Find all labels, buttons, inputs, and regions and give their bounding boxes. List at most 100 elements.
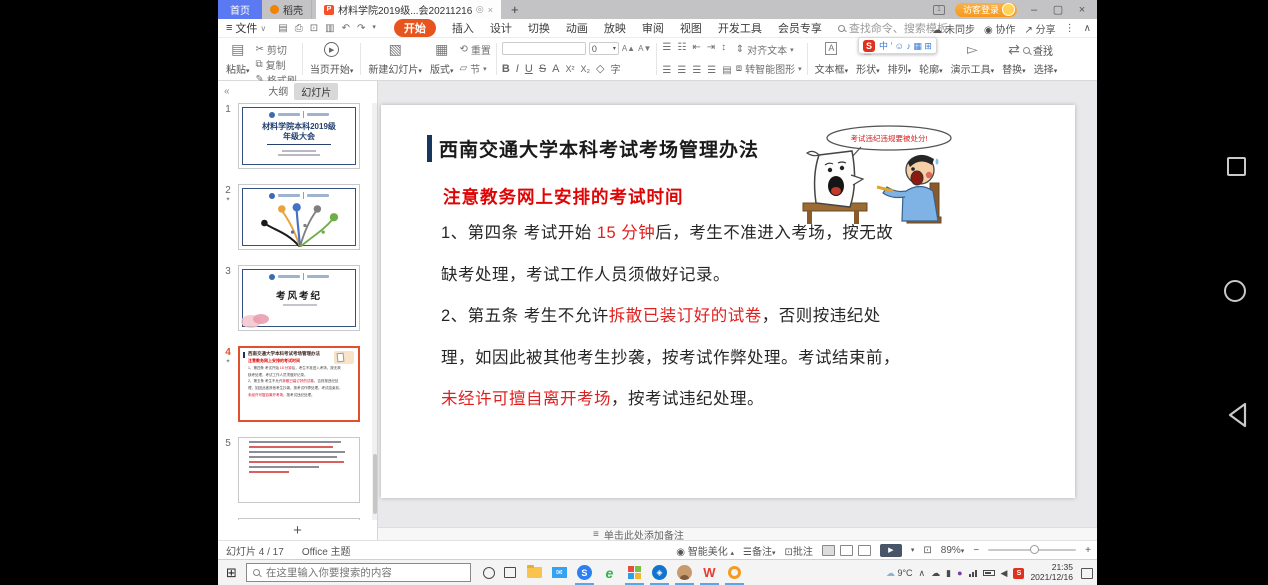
slide-thumbnail-5[interactable]: 5 (218, 437, 371, 503)
ribbon-tab-animation[interactable]: 动画 (566, 20, 588, 36)
theme-name[interactable]: Office 主题 (302, 543, 351, 558)
android-recents-button[interactable] (1227, 157, 1246, 176)
slide-thumbnail-3[interactable]: 3 考风考纪 (218, 265, 371, 331)
add-slide-button[interactable]: + (218, 520, 377, 540)
tab-slides[interactable]: 幻灯片 (294, 83, 338, 100)
phone-link-icon[interactable]: ▮ (946, 568, 951, 579)
sync-status[interactable]: ☁ 未同步 (932, 21, 975, 36)
more-icon[interactable]: ⋮ (1065, 23, 1075, 34)
decrease-font-icon[interactable]: A▼ (638, 44, 651, 53)
volume-icon[interactable]: ◀ (1001, 568, 1008, 579)
taskbar-search[interactable] (246, 563, 471, 582)
superscript-button[interactable]: X² (566, 64, 575, 74)
cortana-button[interactable] (483, 567, 495, 579)
align-right-icon[interactable]: ☰ (692, 65, 701, 76)
collab-button[interactable]: ◉ 协作 (984, 21, 1016, 36)
notes-bar[interactable]: ≡ 单击此处添加备注 (378, 527, 1097, 540)
android-home-button[interactable] (1224, 280, 1246, 302)
undo-icon[interactable]: ↶ (342, 23, 350, 34)
ribbon-tab-devtools[interactable]: 开发工具 (718, 20, 762, 36)
browser-compass-icon[interactable]: ◈ (647, 560, 672, 585)
tab-docer[interactable]: 稻壳 (262, 0, 312, 19)
font-size-combobox[interactable]: 0▾ (589, 42, 619, 55)
tab-home[interactable]: 首页 (218, 0, 262, 19)
increase-indent-icon[interactable]: ⇥ (707, 42, 715, 53)
tab-document[interactable]: P 材料学院2019级...会20211216 ◎ × (316, 0, 501, 19)
highlight-button[interactable]: ◇ (596, 62, 604, 75)
ribbon-tab-member[interactable]: 会员专享 (778, 20, 822, 36)
colorful-app-icon[interactable] (622, 560, 647, 585)
qq-avatar-icon[interactable] (672, 560, 697, 585)
onedrive-icon[interactable]: ☁ (931, 568, 940, 579)
bullet-list-icon[interactable]: ☰ (662, 42, 671, 53)
purple-app-tray-icon[interactable]: ● (957, 568, 962, 578)
zoom-out-button[interactable]: − (973, 545, 979, 556)
sogou-tray-icon[interactable]: S (1013, 568, 1024, 579)
justify-icon[interactable]: ☰ (707, 65, 716, 76)
ribbon-tab-slideshow[interactable]: 放映 (604, 20, 626, 36)
align-text-button[interactable]: ⇕对齐文本▾ (736, 42, 802, 57)
paste-button[interactable]: ▤ 粘贴▾ (222, 40, 254, 78)
collapse-ribbon-icon[interactable]: ∧ (1084, 23, 1091, 34)
sorter-view-button[interactable] (840, 545, 853, 556)
print-icon[interactable]: ⎙ (295, 23, 303, 34)
subscript-button[interactable]: X₂ (581, 64, 591, 74)
output-icon[interactable]: ▥ (325, 23, 334, 34)
tab-outline[interactable]: 大纲 (268, 83, 288, 100)
taskbar-clock[interactable]: 21:352021/12/16 (1030, 563, 1073, 583)
guest-login-button[interactable]: 访客登录 (955, 3, 1017, 17)
close-button[interactable]: × (1075, 4, 1089, 16)
mail-icon[interactable]: ✉ (547, 560, 572, 585)
copy-button[interactable]: ⧉复制 (256, 57, 297, 72)
zoom-slider-knob[interactable] (1030, 545, 1039, 554)
window-mode-icon[interactable]: 1 (933, 5, 945, 15)
sogou-toolbar-icons[interactable]: 中 ’ ☺ ♪ ▦ ⊞ (879, 39, 932, 52)
tab-pin-icon[interactable]: ◎ (476, 4, 484, 15)
play-options-caret[interactable]: ▾ (911, 546, 915, 554)
underline-button[interactable]: U (525, 63, 533, 75)
task-view-button[interactable] (504, 567, 516, 578)
internet-explorer-icon[interactable]: e (597, 560, 622, 585)
toolbar-caret-icon[interactable]: ▾ (372, 23, 376, 34)
sogou-browser-icon[interactable]: S (572, 560, 597, 585)
ribbon-tab-insert[interactable]: 插入 (452, 20, 474, 36)
network-signal-icon[interactable] (969, 570, 977, 577)
android-back-button[interactable] (1225, 401, 1249, 429)
notes-button[interactable]: ☰备注▾ (743, 543, 775, 558)
font-name-combobox[interactable] (502, 42, 586, 55)
slide-thumbnail-2[interactable]: 2✦ (218, 184, 371, 250)
ribbon-tab-view[interactable]: 视图 (680, 20, 702, 36)
file-explorer-icon[interactable] (522, 560, 547, 585)
char-more-button[interactable]: 字 (610, 61, 620, 76)
textbox-button[interactable]: A 文本框▾ (811, 40, 853, 78)
play-from-current-button[interactable]: ▶ 当页开始▾ (306, 40, 358, 78)
section-button[interactable]: ▱节▾ (459, 61, 490, 76)
sogou-input-toolbar[interactable]: S 中 ’ ☺ ♪ ▦ ⊞ (858, 37, 937, 54)
hidden-icons-chevron[interactable]: ∧ (919, 568, 926, 579)
ribbon-tab-transition[interactable]: 切换 (528, 20, 550, 36)
slide-thumbnail-1[interactable]: 1 材料学院本科2019级年级大会 (218, 103, 371, 169)
slideshow-play-button[interactable]: ▶ (880, 544, 902, 557)
ribbon-tab-review[interactable]: 审阅 (642, 20, 664, 36)
weather-widget[interactable]: ☁ 9°C (886, 568, 913, 579)
tab-close-icon[interactable]: × (488, 5, 493, 15)
comments-button[interactable]: ⊡批注 (784, 543, 812, 558)
slide-thumbnail-4-selected[interactable]: 4✦ 西南交通大学本科考试考场管理办法 注意教务网上安排的考试时间 1、第四条 … (218, 346, 371, 422)
reading-view-button[interactable] (858, 545, 871, 556)
present-tools-button[interactable]: ▻ 演示工具▾ (947, 40, 999, 78)
battery-icon[interactable] (983, 570, 995, 576)
italic-button[interactable]: I (516, 63, 519, 75)
slide-subtitle[interactable]: 注意教务网上安排的考试时间 (443, 184, 684, 209)
zoom-slider[interactable] (988, 549, 1076, 551)
save-icon[interactable]: ▤ (278, 23, 287, 34)
start-button[interactable]: ⊞ (226, 565, 237, 581)
find-button[interactable]: 查找 (1023, 43, 1053, 58)
zoom-level[interactable]: 89%▾ (941, 545, 965, 556)
columns-icon[interactable]: ▤ (722, 65, 731, 76)
minimize-button[interactable]: – (1027, 4, 1041, 16)
current-slide[interactable]: 西南交通大学本科考试考场管理办法 注意教务网上安排的考试时间 1、第四条 考试开… (381, 105, 1075, 498)
cut-button[interactable]: ✂剪切 (256, 42, 297, 57)
share-button[interactable]: ↗ 分享 (1025, 21, 1056, 36)
font-color-button[interactable]: A (552, 63, 559, 75)
align-center-icon[interactable]: ☰ (677, 65, 686, 76)
